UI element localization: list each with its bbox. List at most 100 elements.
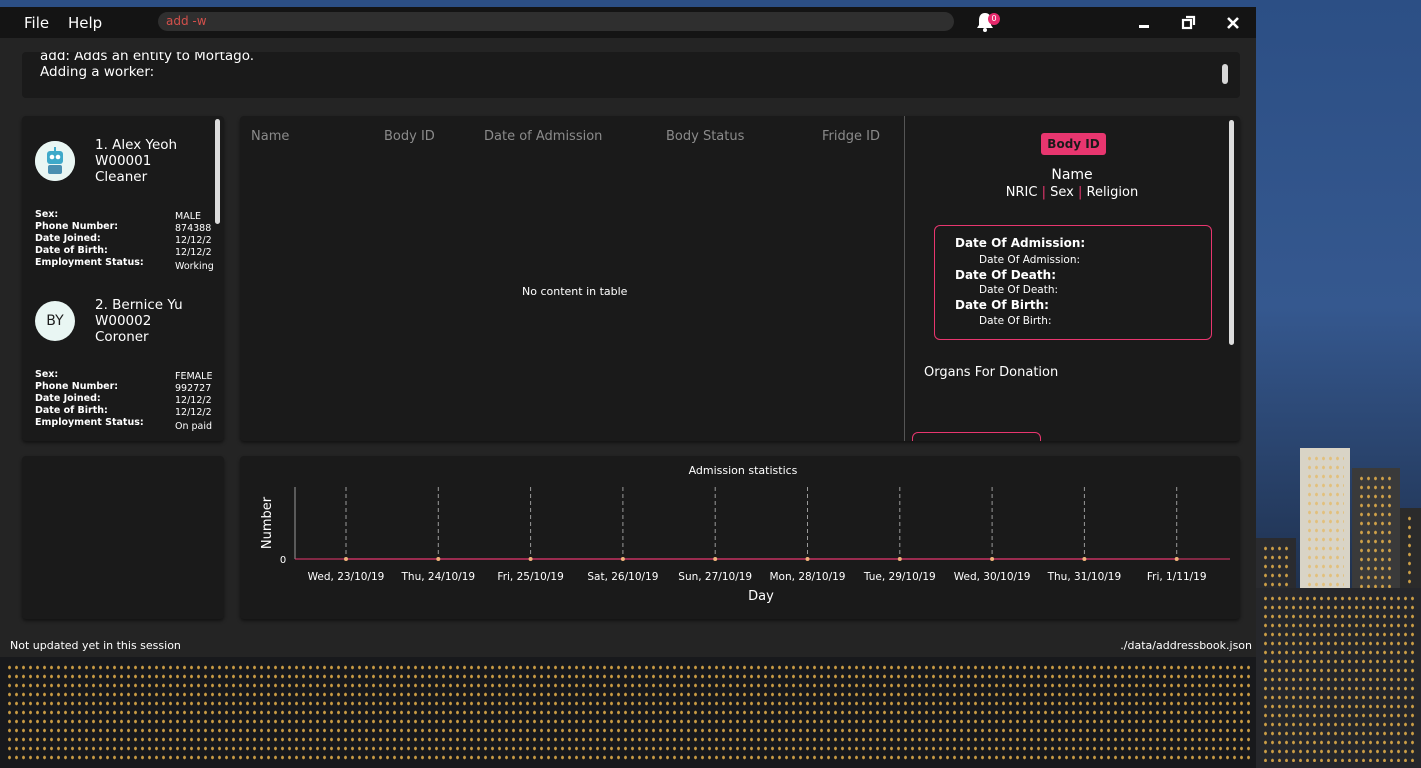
chart-x-tick-label: Tue, 29/10/19 [863, 571, 936, 583]
organs-for-donation-label: Organs For Donation [924, 365, 1059, 380]
close-icon[interactable] [1223, 13, 1243, 33]
worker-field-value: 874388 [175, 223, 212, 234]
chart-data-point [897, 557, 902, 561]
body-detail-identity: NRIC | Sex | Religion [904, 185, 1240, 200]
chart-data-point [1174, 557, 1179, 561]
worker-field-label: Phone Number: [35, 381, 119, 392]
date-of-admission-value: Date Of Admission: [979, 254, 1081, 266]
avatar-initials: BY [46, 313, 64, 329]
notification-count-badge: 0 [988, 13, 1000, 25]
chart-x-tick-label: Sun, 27/10/19 [678, 571, 752, 583]
worker-field-label: Date Joined: [35, 393, 101, 404]
robot-avatar-icon [35, 141, 75, 181]
chart-x-tick-label: Mon, 28/10/19 [770, 571, 846, 583]
chart-x-tick-label: Wed, 30/10/19 [954, 571, 1031, 583]
worker-field-value: Working [175, 261, 214, 272]
separator: | [1041, 185, 1046, 200]
worker-field-label: Sex: [35, 209, 59, 220]
worker-name: 1. Alex Yeoh [95, 137, 178, 153]
empty-panel [22, 456, 224, 619]
organs-box [912, 432, 1041, 441]
command-input[interactable]: add -w [158, 12, 954, 31]
chart-data-point [1082, 557, 1087, 561]
chart-x-tick-label: Thu, 24/10/19 [401, 571, 476, 583]
separator: | [1077, 185, 1083, 200]
worker-designation: Cleaner [95, 169, 148, 185]
worker-field-value: FEMALE [175, 371, 213, 382]
nric-label: NRIC [1005, 185, 1038, 200]
worker-field-value: 12/12/2 [175, 247, 212, 258]
panel-divider[interactable] [904, 116, 905, 441]
religion-label: Religion [1086, 185, 1139, 200]
date-of-birth-value: Date Of Birth: [979, 315, 1052, 327]
worker-field-value: On paid [175, 421, 213, 432]
chart-data-point [713, 557, 718, 561]
body-detail-name: Name [1051, 167, 1093, 183]
worker-card[interactable]: 1. Alex Yeoh W00001 Cleaner Sex: MALE Ph… [22, 116, 214, 281]
worker-id: W00002 [95, 313, 152, 329]
worker-field-label: Phone Number: [35, 221, 119, 232]
status-bar-sync: Not updated yet in this session [10, 639, 181, 652]
column-header-date-of-admission[interactable]: Date of Admission [484, 129, 602, 144]
worker-designation: Coroner [95, 329, 149, 345]
worker-field-label: Date of Birth: [35, 245, 108, 256]
chart-data-point [990, 557, 995, 561]
worker-heading: 1. Alex Yeoh W00001 Cleaner [95, 137, 177, 185]
minimize-icon[interactable] [1134, 13, 1154, 33]
worker-name: 2. Bernice Yu [95, 297, 183, 313]
chart-x-tick-label: Thu, 31/10/19 [1047, 571, 1122, 583]
worker-field-value: MALE [175, 211, 201, 222]
worker-card[interactable]: BY 2. Bernice Yu W00002 Coroner Sex: FEM… [22, 276, 214, 441]
body-table-panel: Name Body ID Date of Admission Body Stat… [240, 116, 1240, 441]
column-header-body-status[interactable]: Body Status [666, 129, 744, 144]
worker-field-label: Sex: [35, 369, 59, 380]
avatar: BY [35, 301, 75, 341]
chart-data-point [436, 557, 441, 561]
worker-field-label: Employment Status: [35, 417, 144, 428]
admission-chart: Admission statistics Number Day 0 Wed, 23… [260, 464, 1230, 604]
column-header-name[interactable]: Name [251, 129, 289, 144]
app-window: File Help add -w 0 add: Adds an entity t… [0, 7, 1256, 657]
column-header-fridge-id[interactable]: Fridge ID [822, 129, 880, 144]
result-text: add: Adds an entity to Mortago. Adding a… [40, 52, 255, 80]
details-scrollbar[interactable] [1229, 120, 1234, 345]
chart-x-tick-label: Fri, 25/10/19 [497, 571, 563, 583]
chart-x-tick-label: Fri, 1/11/19 [1147, 571, 1207, 583]
chart-data-point [805, 557, 810, 561]
body-id-badge: Body ID [1041, 133, 1106, 155]
worker-id: W00001 [95, 153, 152, 169]
sex-label: Sex [1050, 185, 1074, 200]
chart-x-tick-label: Sat, 26/10/19 [587, 571, 658, 583]
menu-help[interactable]: Help [68, 14, 102, 32]
result-scrollbar[interactable] [1222, 64, 1228, 84]
chart-y-tick-label: 0 [280, 555, 286, 566]
worker-field-label: Date of Birth: [35, 405, 108, 416]
chart-data-point [528, 557, 533, 561]
chart-plot-area: 0 Wed, 23/10/19 Thu, 24/10/19 Fri, 25/10/19… [280, 487, 1230, 583]
worker-field-value: 12/12/2 [175, 235, 212, 246]
worker-list-scrollbar[interactable] [215, 119, 220, 224]
result-display[interactable]: add: Adds an entity to Mortago. Adding a… [22, 52, 1240, 98]
worker-field-value: 12/12/2 [175, 395, 212, 406]
worker-field-label: Date Joined: [35, 233, 101, 244]
worker-field-value: 12/12/2 [175, 407, 212, 418]
date-of-birth-label: Date Of Birth: [955, 298, 1049, 312]
date-of-death-label: Date Of Death: [955, 268, 1056, 282]
chart-y-axis-label: Number [260, 496, 275, 549]
table-placeholder: No content in table [522, 285, 628, 298]
title-bar: File Help add -w 0 [0, 7, 1256, 38]
dates-box: Date Of Admission: Date Of Admission: Da… [934, 225, 1212, 340]
chart-data-point [344, 557, 348, 561]
admission-statistics-panel: Admission statistics Number Day 0 Wed, 23… [240, 456, 1240, 619]
chart-data-point [620, 557, 625, 561]
worker-field-value: 992727 [175, 383, 212, 394]
menu-file[interactable]: File [24, 14, 49, 32]
worker-list-panel: 1. Alex Yeoh W00001 Cleaner Sex: MALE Ph… [22, 116, 224, 441]
maximize-icon[interactable] [1178, 13, 1198, 33]
worker-field-label: Employment Status: [35, 257, 144, 268]
chart-x-tick-label: Wed, 23/10/19 [308, 571, 385, 583]
date-of-admission-label: Date Of Admission: [955, 236, 1086, 250]
worker-heading: 2. Bernice Yu W00002 Coroner [95, 297, 183, 345]
chart-title: Admission statistics [689, 464, 798, 477]
column-header-body-id[interactable]: Body ID [384, 129, 435, 144]
